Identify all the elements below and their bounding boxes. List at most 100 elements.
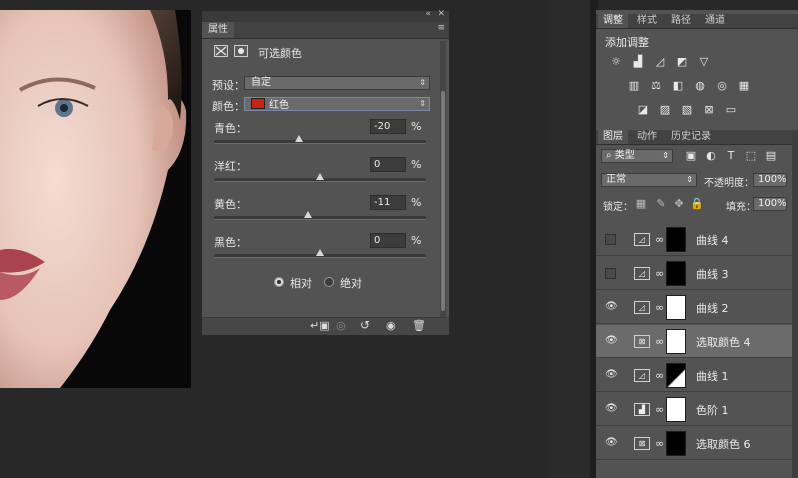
lock-position-icon[interactable]: ✥ (672, 198, 686, 210)
slider-value-input[interactable]: 0 (370, 157, 406, 172)
panel-menu-icon[interactable]: ≡ (437, 23, 445, 33)
slider-track[interactable] (214, 140, 426, 144)
photo-filter-icon[interactable]: ◍ (693, 80, 707, 92)
eye-icon[interactable]: 👁 (605, 404, 618, 414)
fill-input[interactable]: 100% (753, 197, 787, 211)
link-icon[interactable]: ∞ (655, 233, 664, 246)
layer-row[interactable]: ◿ ∞ 曲线 3 (596, 257, 798, 290)
layer-row[interactable]: 👁 ⊠ ∞ 选取颜色 4 (596, 325, 798, 358)
filter-smart-object-icon[interactable]: ▤ (764, 150, 778, 162)
link-icon[interactable]: ∞ (655, 403, 664, 416)
layers-panel-tab-2[interactable]: 历史记录 (666, 130, 716, 144)
visibility-toggle[interactable] (605, 234, 616, 245)
clip-to-layer-icon[interactable]: ↵▣ (310, 319, 330, 332)
levels-icon[interactable]: ▟ (631, 56, 645, 68)
layers-panel-tab-1[interactable]: 动作 (632, 130, 662, 144)
blend-mode-dropdown[interactable]: 正常 ⇕ (601, 173, 697, 187)
layer-mask-thumbnail[interactable] (666, 261, 686, 286)
layers-panel-tab-0[interactable]: 图层 (598, 130, 628, 144)
lock-transparent-icon[interactable]: ▦ (634, 198, 648, 210)
layer-name[interactable]: 曲线 4 (696, 232, 729, 248)
close-icon[interactable]: ✕ (437, 9, 445, 19)
filter-type-icon[interactable]: T (724, 150, 738, 162)
color-lookup-icon[interactable]: ▦ (737, 80, 751, 92)
invert-icon[interactable]: ◪ (636, 104, 650, 116)
layer-mask-thumbnail[interactable] (666, 431, 686, 456)
gradient-map-icon[interactable]: ▭ (724, 104, 738, 116)
layer-row[interactable]: 👁 ◿ ∞ 曲线 1 (596, 359, 798, 392)
opacity-input[interactable]: 100% (753, 173, 787, 187)
layer-row[interactable]: 👁 ⊠ ∞ 选取颜色 6 (596, 427, 798, 460)
slider-track[interactable] (214, 216, 426, 220)
filter-shape-icon[interactable]: ⬚ (744, 150, 758, 162)
threshold-icon[interactable]: ▧ (680, 104, 694, 116)
vibrance-icon[interactable]: ▽ (697, 56, 711, 68)
link-icon[interactable]: ∞ (655, 267, 664, 280)
relative-radio[interactable] (274, 277, 284, 287)
layer-mask-thumbnail[interactable] (666, 363, 686, 388)
preset-dropdown[interactable]: 自定 ⇕ (244, 76, 430, 90)
reset-icon[interactable]: ↺ (360, 318, 370, 332)
adjust-panel-tab-3[interactable]: 通道 (700, 14, 730, 28)
curves-icon[interactable]: ◿ (653, 56, 667, 68)
scrollbar-track[interactable] (440, 41, 446, 321)
posterize-icon[interactable]: ▨ (658, 104, 672, 116)
layer-mask-thumbnail[interactable] (666, 397, 686, 422)
colors-dropdown[interactable]: 红色 ⇕ (244, 97, 430, 111)
adjust-panel-tab-1[interactable]: 样式 (632, 14, 662, 28)
slider-value-input[interactable]: -11 (370, 195, 406, 210)
layer-mask-thumbnail[interactable] (666, 227, 686, 252)
eye-icon[interactable]: 👁 (605, 438, 618, 448)
layer-row[interactable]: 👁 ▟ ∞ 色阶 1 (596, 393, 798, 426)
layer-row[interactable]: 👁 ◿ ∞ 曲线 2 (596, 291, 798, 324)
layer-name[interactable]: 选取颜色 4 (696, 334, 751, 350)
layer-name[interactable]: 色阶 1 (696, 402, 729, 418)
link-icon[interactable]: ∞ (655, 437, 664, 450)
slider-thumb[interactable] (294, 135, 303, 142)
slider-value-input[interactable]: 0 (370, 233, 406, 248)
balance-icon[interactable]: ⚖ (649, 80, 663, 92)
adjust-panel-tab-2[interactable]: 路径 (666, 14, 696, 28)
exposure-icon[interactable]: ◩ (675, 56, 689, 68)
layer-name[interactable]: 选取颜色 6 (696, 436, 751, 452)
adjust-panel-tab-0[interactable]: 调整 (598, 14, 628, 28)
layer-row[interactable]: ◿ ∞ 曲线 4 (596, 223, 798, 256)
layer-name[interactable]: 曲线 2 (696, 300, 729, 316)
filter-kind-dropdown[interactable]: ⌕ 类型 ⇕ (601, 149, 673, 163)
layer-mask-thumbnail[interactable] (666, 329, 686, 354)
brightness-icon[interactable]: ☼ (609, 56, 623, 68)
visibility-toggle[interactable] (605, 268, 616, 279)
absolute-radio[interactable] (324, 277, 334, 287)
slider-value-input[interactable]: -20 (370, 119, 406, 134)
mask-icon[interactable] (234, 45, 248, 57)
tab-properties[interactable]: 属性 (202, 22, 234, 38)
link-icon[interactable]: ∞ (655, 369, 664, 382)
eye-icon[interactable]: 👁 (605, 336, 618, 346)
bw-icon[interactable]: ◧ (671, 80, 685, 92)
layer-name[interactable]: 曲线 3 (696, 266, 729, 282)
scrollbar-thumb[interactable] (441, 91, 445, 311)
eye-icon[interactable]: 👁 (605, 370, 618, 380)
selective-color-icon[interactable]: ⊠ (702, 104, 716, 116)
filter-pixel-icon[interactable]: ▣ (684, 150, 698, 162)
slider-thumb[interactable] (304, 211, 313, 218)
delete-icon[interactable]: 🗑 (412, 319, 426, 332)
channel-mixer-icon[interactable]: ◎ (715, 80, 729, 92)
lock-pixels-icon[interactable]: ✎ (654, 198, 668, 210)
slider-thumb[interactable] (316, 249, 324, 256)
visibility-icon[interactable]: ◉ (386, 319, 396, 332)
panel-titlebar[interactable]: « ✕ (202, 9, 449, 22)
hue-icon[interactable]: ▥ (627, 80, 641, 92)
document-canvas-photo[interactable] (0, 10, 191, 388)
layer-mask-thumbnail[interactable] (666, 295, 686, 320)
slider-thumb[interactable] (316, 173, 324, 180)
view-previous-icon[interactable]: ◎ (336, 319, 346, 332)
link-icon[interactable]: ∞ (655, 301, 664, 314)
filter-adjustment-icon[interactable]: ◐ (704, 150, 718, 162)
link-icon[interactable]: ∞ (655, 335, 664, 348)
lock-all-icon[interactable]: 🔒 (690, 198, 704, 210)
eye-icon[interactable]: 👁 (605, 302, 618, 312)
layers-scrollbar[interactable] (792, 132, 798, 478)
layer-name[interactable]: 曲线 1 (696, 368, 729, 384)
collapse-icon[interactable]: « (425, 9, 431, 19)
